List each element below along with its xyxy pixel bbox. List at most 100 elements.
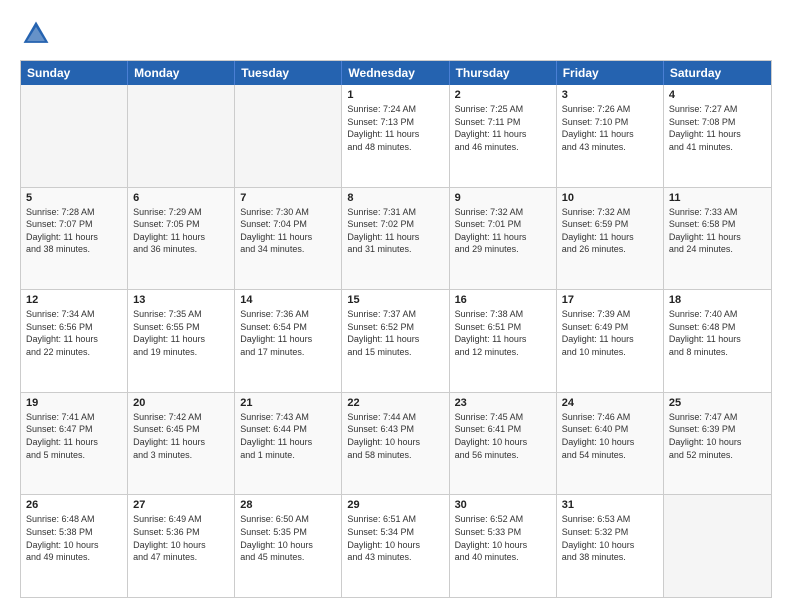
day-number: 17 [562, 294, 658, 306]
day-number: 10 [562, 192, 658, 204]
day-cell-15: 15 Sunrise: 7:37 AM Sunset: 6:52 PM Dayli… [342, 290, 449, 392]
logo [20, 18, 56, 50]
day-number: 11 [669, 192, 766, 204]
day-info: Sunrise: 7:29 AM Sunset: 7:05 PM Dayligh… [133, 206, 229, 256]
day-number: 1 [347, 89, 443, 101]
day-number: 14 [240, 294, 336, 306]
day-number: 16 [455, 294, 551, 306]
day-cell-4: 4 Sunrise: 7:27 AM Sunset: 7:08 PM Daylig… [664, 85, 771, 187]
day-cell-16: 16 Sunrise: 7:38 AM Sunset: 6:51 PM Dayli… [450, 290, 557, 392]
day-info: Sunrise: 7:24 AM Sunset: 7:13 PM Dayligh… [347, 103, 443, 153]
day-number: 8 [347, 192, 443, 204]
header [20, 18, 772, 50]
day-cell-18: 18Sunrise: 7:40 AM Sunset: 6:48 PM Dayli… [664, 290, 771, 392]
day-cell-30: 30Sunrise: 6:52 AM Sunset: 5:33 PM Dayli… [450, 495, 557, 597]
day-cell-19: 19Sunrise: 7:41 AM Sunset: 6:47 PM Dayli… [21, 393, 128, 495]
day-cell-21: 21 Sunrise: 7:43 AM Sunset: 6:44 PM Dayli… [235, 393, 342, 495]
logo-icon [20, 18, 52, 50]
day-info: Sunrise: 7:35 AM Sunset: 6:55 PM Dayligh… [133, 308, 229, 358]
day-info: Sunrise: 7:39 AM Sunset: 6:49 PM Dayligh… [562, 308, 658, 358]
page: SundayMondayTuesdayWednesdayThursdayFrid… [0, 0, 792, 612]
empty-cell [21, 85, 128, 187]
day-number: 28 [240, 499, 336, 511]
day-info: Sunrise: 7:32 AM Sunset: 6:59 PM Dayligh… [562, 206, 658, 256]
day-number: 9 [455, 192, 551, 204]
day-info: Sunrise: 7:27 AM Sunset: 7:08 PM Dayligh… [669, 103, 766, 153]
calendar-row-4: 19Sunrise: 7:41 AM Sunset: 6:47 PM Dayli… [21, 392, 771, 495]
weekday-header-sunday: Sunday [21, 61, 128, 85]
day-cell-20: 20 Sunrise: 7:42 AM Sunset: 6:45 PM Dayli… [128, 393, 235, 495]
weekday-header-thursday: Thursday [450, 61, 557, 85]
day-cell-28: 28Sunrise: 6:50 AM Sunset: 5:35 PM Dayli… [235, 495, 342, 597]
day-info: Sunrise: 7:45 AM Sunset: 6:41 PM Dayligh… [455, 411, 551, 461]
day-cell-5: 5 Sunrise: 7:28 AM Sunset: 7:07 PM Daylig… [21, 188, 128, 290]
day-info: Sunrise: 7:32 AM Sunset: 7:01 PM Dayligh… [455, 206, 551, 256]
day-info: Sunrise: 7:36 AM Sunset: 6:54 PM Dayligh… [240, 308, 336, 358]
day-cell-12: 12 Sunrise: 7:34 AM Sunset: 6:56 PM Dayli… [21, 290, 128, 392]
day-number: 20 [133, 397, 229, 409]
calendar: SundayMondayTuesdayWednesdayThursdayFrid… [20, 60, 772, 598]
day-info: Sunrise: 7:30 AM Sunset: 7:04 PM Dayligh… [240, 206, 336, 256]
day-number: 7 [240, 192, 336, 204]
day-info: Sunrise: 7:34 AM Sunset: 6:56 PM Dayligh… [26, 308, 122, 358]
day-number: 4 [669, 89, 766, 101]
day-cell-8: 8 Sunrise: 7:31 AM Sunset: 7:02 PM Daylig… [342, 188, 449, 290]
day-number: 5 [26, 192, 122, 204]
day-info: Sunrise: 7:31 AM Sunset: 7:02 PM Dayligh… [347, 206, 443, 256]
day-info: Sunrise: 7:47 AM Sunset: 6:39 PM Dayligh… [669, 411, 766, 461]
weekday-header-tuesday: Tuesday [235, 61, 342, 85]
day-number: 13 [133, 294, 229, 306]
calendar-header: SundayMondayTuesdayWednesdayThursdayFrid… [21, 61, 771, 85]
day-cell-2: 2 Sunrise: 7:25 AM Sunset: 7:11 PM Daylig… [450, 85, 557, 187]
day-cell-25: 25 Sunrise: 7:47 AM Sunset: 6:39 PM Dayli… [664, 393, 771, 495]
day-info: Sunrise: 7:33 AM Sunset: 6:58 PM Dayligh… [669, 206, 766, 256]
weekday-header-saturday: Saturday [664, 61, 771, 85]
day-number: 6 [133, 192, 229, 204]
day-info: Sunrise: 7:37 AM Sunset: 6:52 PM Dayligh… [347, 308, 443, 358]
day-info: Sunrise: 7:25 AM Sunset: 7:11 PM Dayligh… [455, 103, 551, 153]
day-cell-6: 6 Sunrise: 7:29 AM Sunset: 7:05 PM Daylig… [128, 188, 235, 290]
day-cell-1: 1 Sunrise: 7:24 AM Sunset: 7:13 PM Daylig… [342, 85, 449, 187]
calendar-row-3: 12 Sunrise: 7:34 AM Sunset: 6:56 PM Dayli… [21, 289, 771, 392]
day-info: Sunrise: 6:48 AM Sunset: 5:38 PM Dayligh… [26, 513, 122, 563]
day-number: 29 [347, 499, 443, 511]
day-cell-31: 31Sunrise: 6:53 AM Sunset: 5:32 PM Dayli… [557, 495, 664, 597]
day-cell-11: 11 Sunrise: 7:33 AM Sunset: 6:58 PM Dayli… [664, 188, 771, 290]
day-number: 12 [26, 294, 122, 306]
empty-cell [664, 495, 771, 597]
day-info: Sunrise: 6:49 AM Sunset: 5:36 PM Dayligh… [133, 513, 229, 563]
day-number: 15 [347, 294, 443, 306]
day-number: 24 [562, 397, 658, 409]
day-number: 31 [562, 499, 658, 511]
day-cell-24: 24Sunrise: 7:46 AM Sunset: 6:40 PM Dayli… [557, 393, 664, 495]
day-cell-17: 17 Sunrise: 7:39 AM Sunset: 6:49 PM Dayli… [557, 290, 664, 392]
day-number: 21 [240, 397, 336, 409]
day-number: 25 [669, 397, 766, 409]
day-cell-23: 23 Sunrise: 7:45 AM Sunset: 6:41 PM Dayli… [450, 393, 557, 495]
weekday-header-friday: Friday [557, 61, 664, 85]
calendar-row-1: 1 Sunrise: 7:24 AM Sunset: 7:13 PM Daylig… [21, 85, 771, 187]
day-cell-3: 3 Sunrise: 7:26 AM Sunset: 7:10 PM Daylig… [557, 85, 664, 187]
day-cell-29: 29Sunrise: 6:51 AM Sunset: 5:34 PM Dayli… [342, 495, 449, 597]
day-cell-26: 26 Sunrise: 6:48 AM Sunset: 5:38 PM Dayli… [21, 495, 128, 597]
calendar-body: 1 Sunrise: 7:24 AM Sunset: 7:13 PM Daylig… [21, 85, 771, 597]
weekday-header-monday: Monday [128, 61, 235, 85]
day-cell-7: 7 Sunrise: 7:30 AM Sunset: 7:04 PM Daylig… [235, 188, 342, 290]
day-info: Sunrise: 7:38 AM Sunset: 6:51 PM Dayligh… [455, 308, 551, 358]
day-number: 2 [455, 89, 551, 101]
day-info: Sunrise: 7:26 AM Sunset: 7:10 PM Dayligh… [562, 103, 658, 153]
day-info: Sunrise: 7:42 AM Sunset: 6:45 PM Dayligh… [133, 411, 229, 461]
day-cell-9: 9 Sunrise: 7:32 AM Sunset: 7:01 PM Daylig… [450, 188, 557, 290]
weekday-header-wednesday: Wednesday [342, 61, 449, 85]
day-number: 22 [347, 397, 443, 409]
day-info: Sunrise: 7:41 AM Sunset: 6:47 PM Dayligh… [26, 411, 122, 461]
day-number: 3 [562, 89, 658, 101]
day-number: 26 [26, 499, 122, 511]
calendar-row-5: 26 Sunrise: 6:48 AM Sunset: 5:38 PM Dayli… [21, 494, 771, 597]
day-number: 27 [133, 499, 229, 511]
empty-cell [235, 85, 342, 187]
day-info: Sunrise: 7:43 AM Sunset: 6:44 PM Dayligh… [240, 411, 336, 461]
day-cell-10: 10 Sunrise: 7:32 AM Sunset: 6:59 PM Dayli… [557, 188, 664, 290]
day-info: Sunrise: 7:28 AM Sunset: 7:07 PM Dayligh… [26, 206, 122, 256]
day-number: 23 [455, 397, 551, 409]
